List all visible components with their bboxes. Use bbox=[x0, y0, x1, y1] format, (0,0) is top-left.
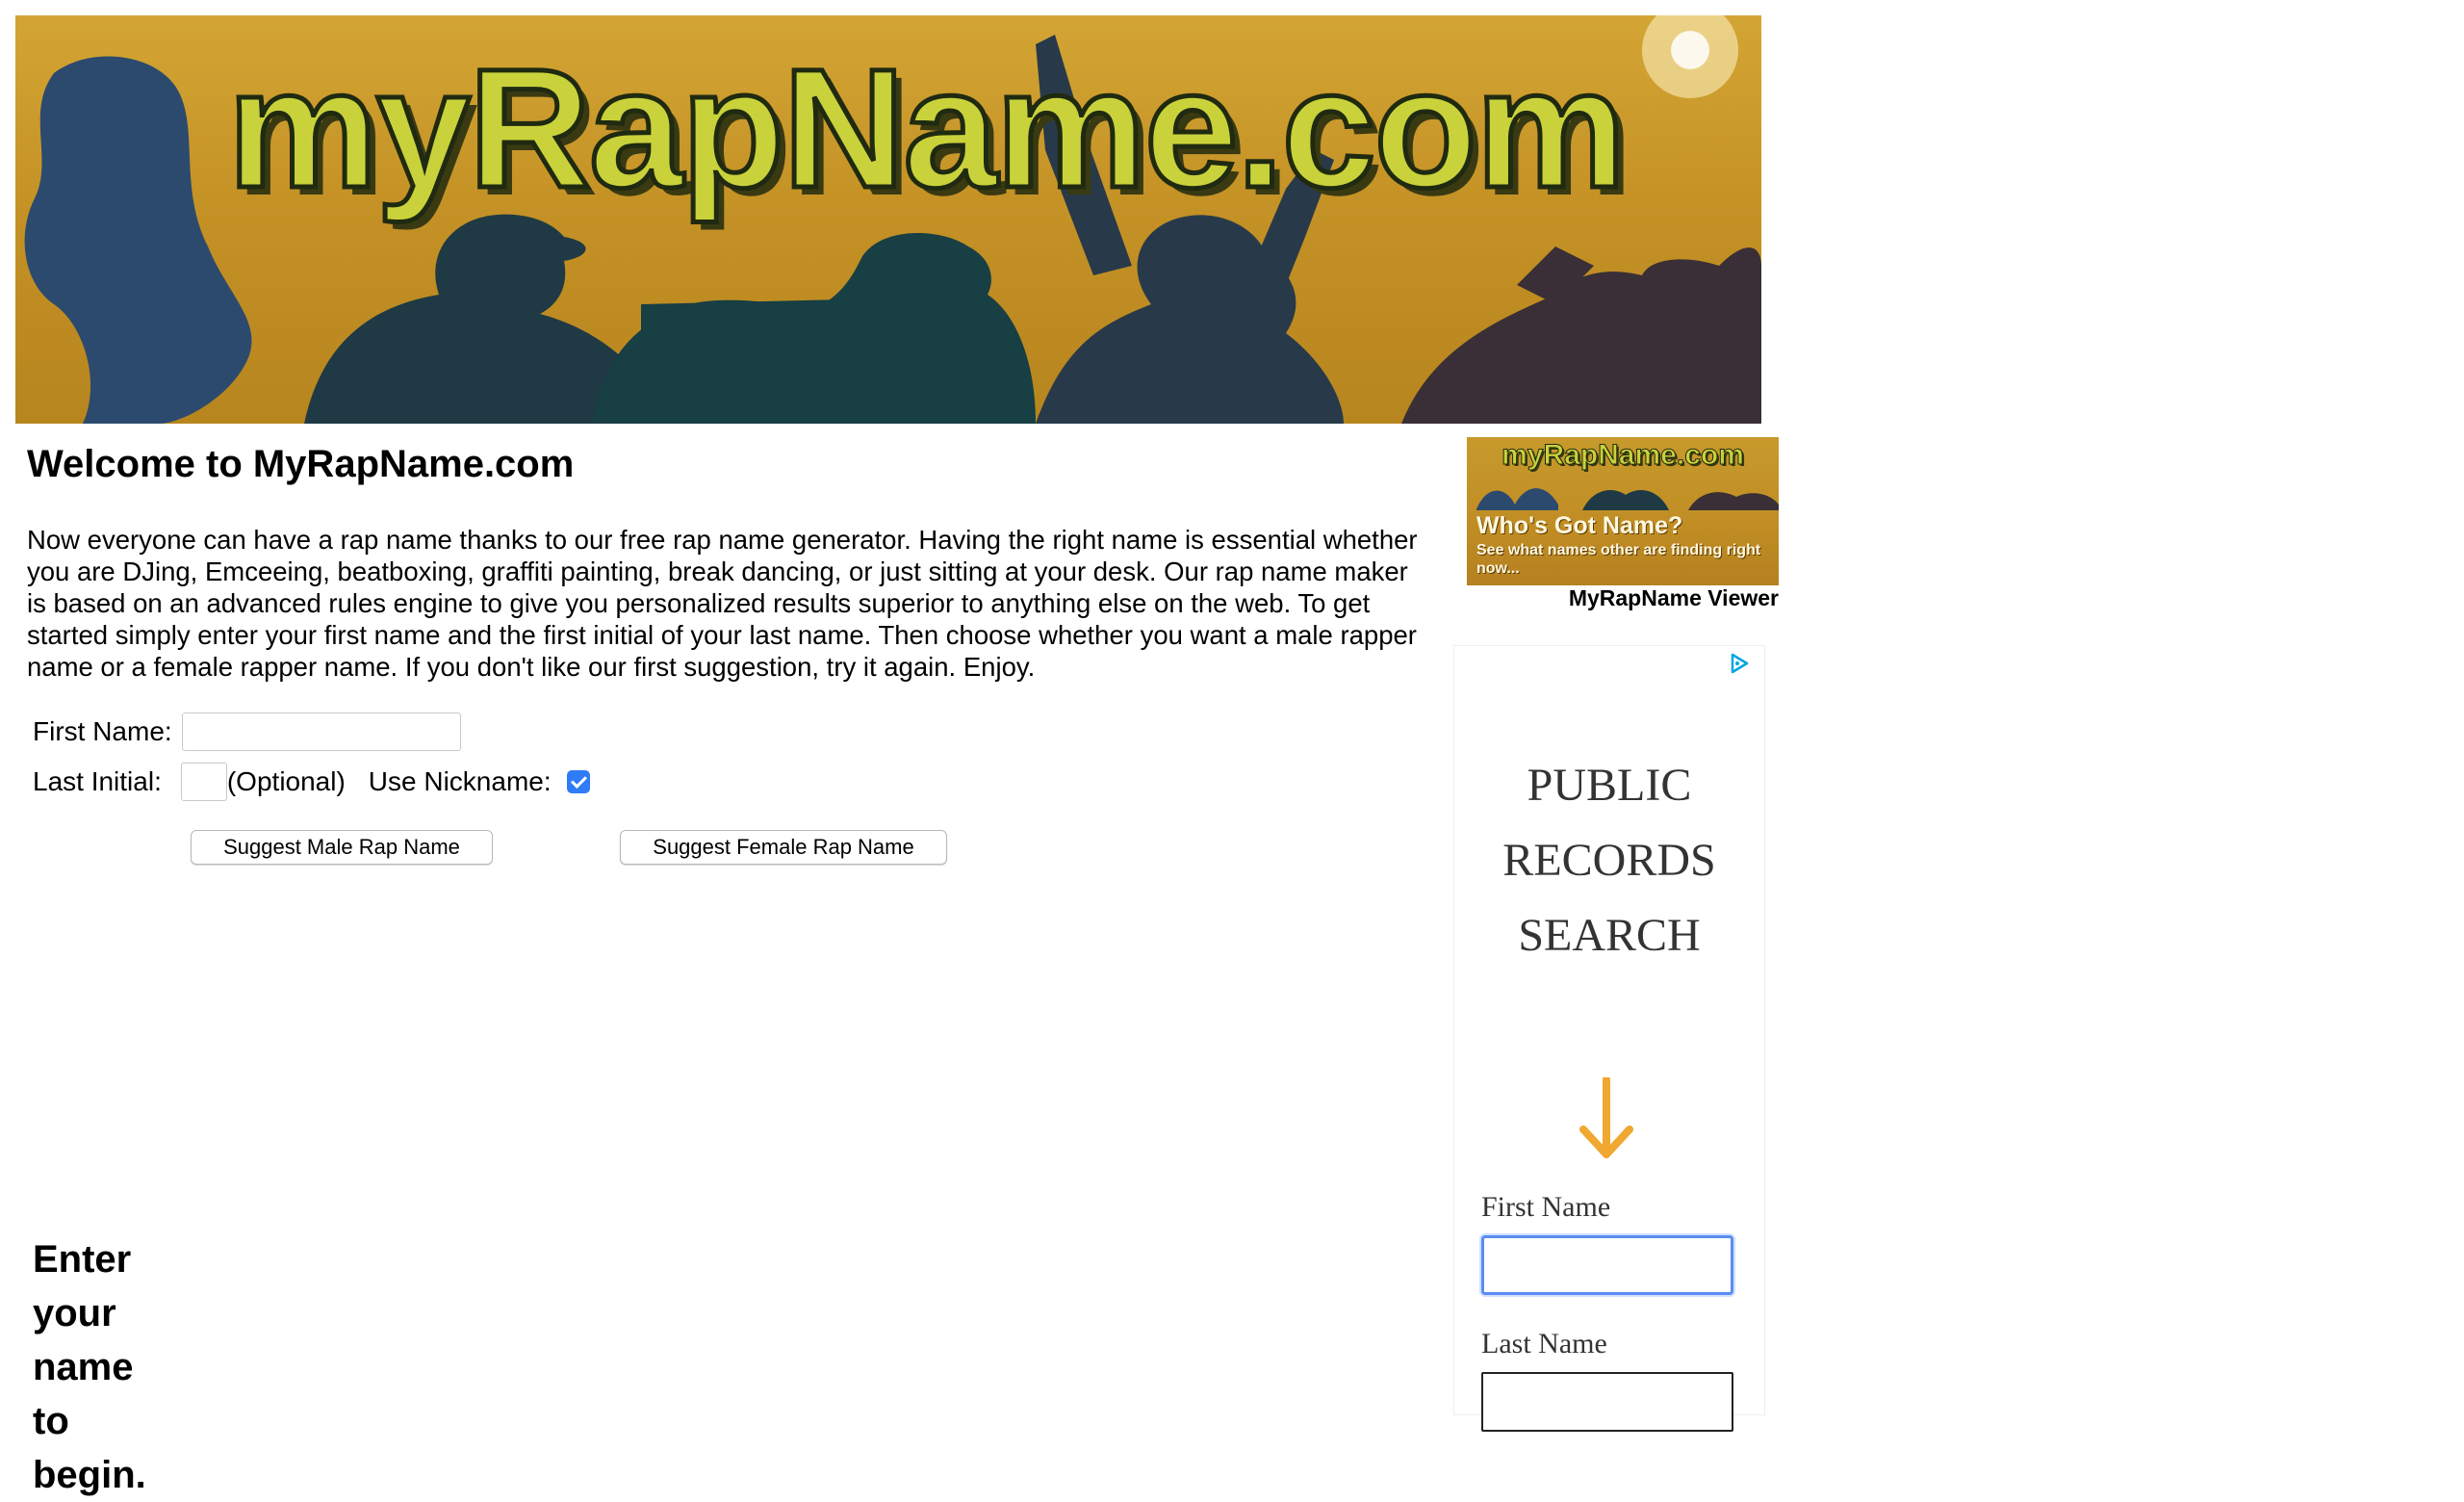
status-prompt: Enter your name to begin. bbox=[33, 1238, 146, 1496]
page-title: Welcome to MyRapName.com bbox=[27, 443, 575, 485]
viewer-caption-link[interactable]: MyRapName Viewer bbox=[1467, 585, 1779, 611]
nickname-label: Use Nickname: bbox=[368, 766, 552, 796]
suggest-male-button[interactable]: Suggest Male Rap Name bbox=[191, 830, 493, 865]
ad-last-name-input[interactable] bbox=[1481, 1372, 1733, 1432]
banner-logo-text: myRapName.com bbox=[225, 33, 1629, 226]
main-content: Welcome to MyRapName.com Now everyone ca… bbox=[27, 424, 1432, 1496]
last-initial-label: Last Initial: bbox=[33, 766, 162, 796]
viewer-thumbnail-link[interactable]: myRapName.com Who's Got Name? See what n… bbox=[1467, 437, 1779, 585]
thumbnail-logo-text: myRapName.com bbox=[1502, 439, 1745, 472]
ad-last-name-label: Last Name bbox=[1481, 1328, 1607, 1360]
site-banner: myRapName.com bbox=[15, 15, 1761, 424]
intro-paragraph: Now everyone can have a rap name thanks … bbox=[27, 525, 1418, 682]
last-initial-row: Last Initial: (Optional) Use Nickname: bbox=[33, 763, 590, 801]
first-name-input[interactable] bbox=[181, 712, 461, 751]
ad-headline: PUBLIC RECORDS SEARCH bbox=[1454, 748, 1764, 973]
arrow-down-icon bbox=[1579, 1077, 1633, 1158]
ad-headline-line: RECORDS bbox=[1502, 835, 1716, 886]
adchoices-icon[interactable] bbox=[1728, 652, 1751, 675]
optional-text: (Optional) bbox=[226, 766, 346, 796]
ad-first-name-input[interactable] bbox=[1481, 1235, 1733, 1295]
ad-headline-line: SEARCH bbox=[1518, 910, 1701, 961]
first-name-row: First Name: bbox=[33, 712, 461, 751]
advertisement[interactable]: PUBLIC RECORDS SEARCH First Name Last Na… bbox=[1453, 645, 1765, 1432]
suggest-female-button[interactable]: Suggest Female Rap Name bbox=[620, 830, 947, 865]
first-name-label: First Name: bbox=[33, 716, 172, 746]
ad-headline-line: PUBLIC bbox=[1527, 760, 1692, 811]
thumbnail-subtext: See what names other are finding right n… bbox=[1476, 542, 1761, 577]
ad-first-name-label: First Name bbox=[1481, 1191, 1611, 1223]
last-initial-input[interactable] bbox=[180, 763, 227, 801]
nickname-checkbox[interactable] bbox=[566, 770, 590, 793]
thumbnail-headline: Who's Got Name? bbox=[1476, 512, 1683, 539]
